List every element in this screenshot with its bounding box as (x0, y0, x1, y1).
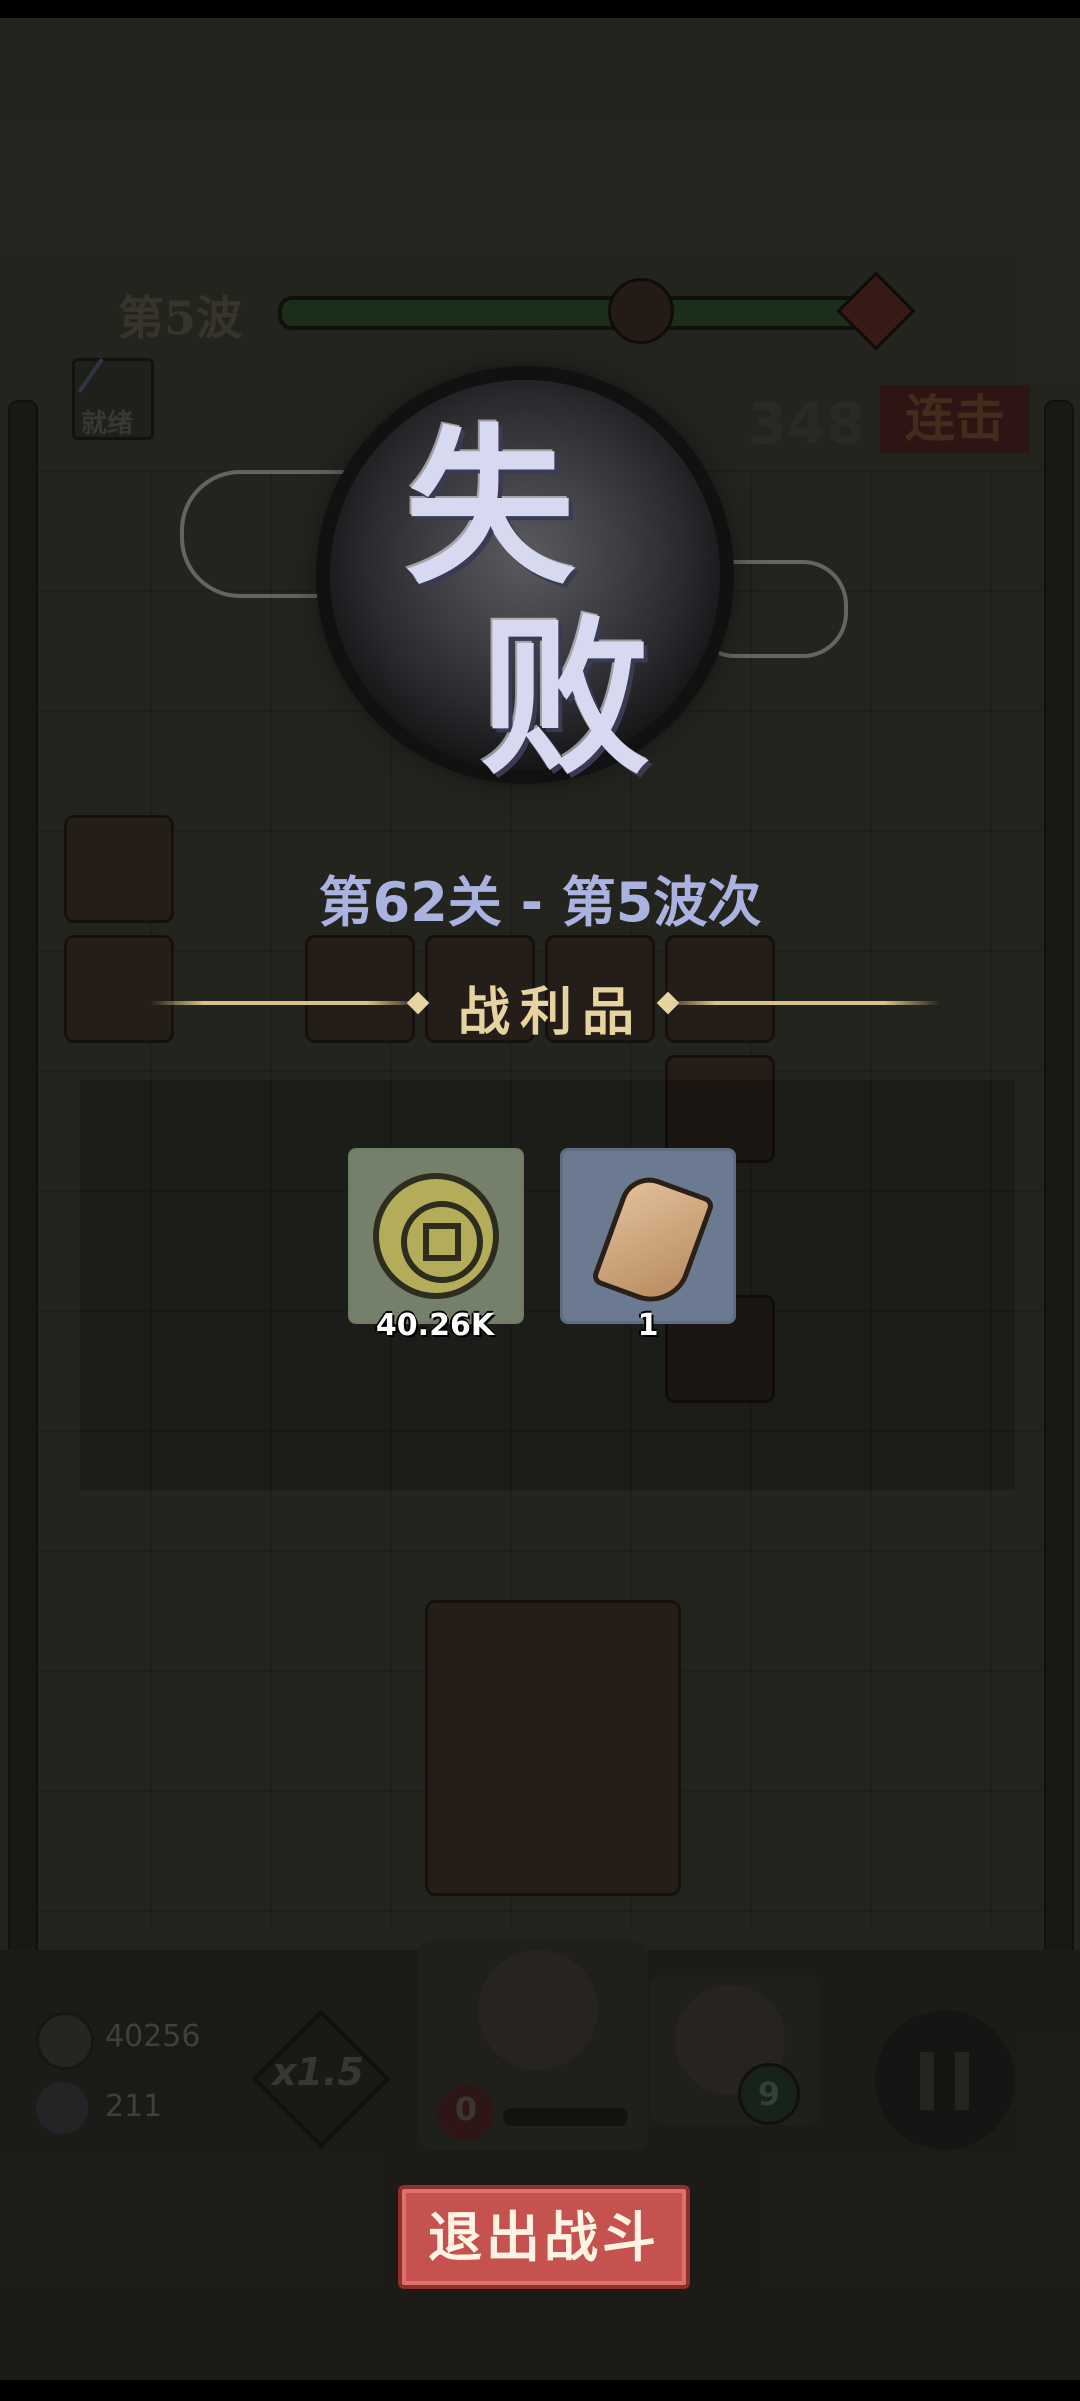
exit-battle-button[interactable]: 退出战斗 (398, 2185, 690, 2289)
loot-divider-right (660, 1001, 940, 1005)
coin-square-hole (423, 1223, 461, 1261)
loot-amount-stone: 1 (637, 1308, 659, 1343)
loot-panel (80, 1080, 1015, 1490)
loot-amount-coin: 40.26K (375, 1308, 495, 1343)
loot-title: 战利品 (458, 982, 645, 1043)
navigation-bar (0, 2380, 1080, 2401)
loot-slot-stone[interactable] (560, 1148, 736, 1324)
game-screen: 第5波 就绪 348 连击 40256 211 x1.5 0 9 失 败 第62… (0, 0, 1080, 2401)
loot-slot-coin[interactable] (348, 1148, 524, 1324)
coin-icon (373, 1173, 499, 1299)
defeat-title-char-2: 败 (480, 598, 651, 798)
level-info: 第62关 - 第5波次 (318, 871, 762, 934)
loot-divider-left (150, 1001, 420, 1005)
stone-icon (590, 1169, 716, 1313)
